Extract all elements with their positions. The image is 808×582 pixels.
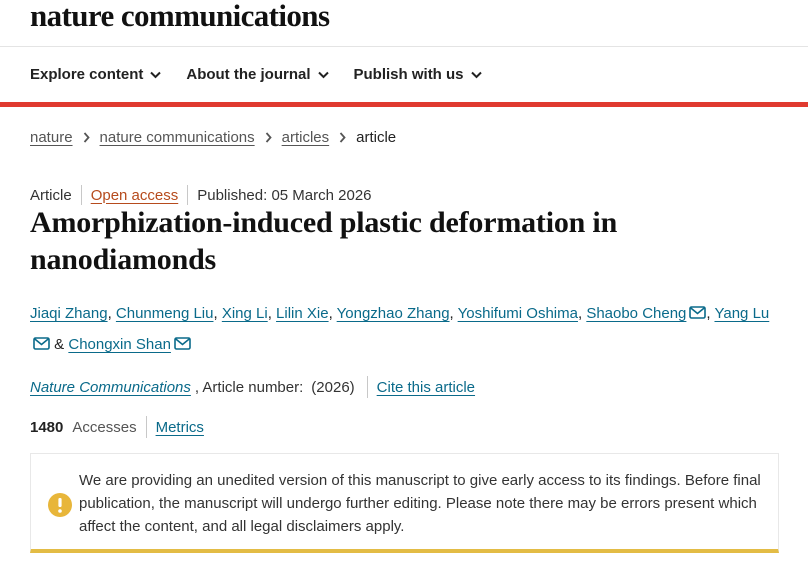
cite-this-article-link[interactable]: Cite this article	[377, 379, 475, 396]
mail-icon[interactable]	[174, 337, 191, 350]
accent-bar	[0, 102, 808, 107]
nav-publish-with-us-label: Publish with us	[353, 66, 464, 83]
chevron-right-icon	[339, 132, 346, 143]
article-title: Amorphization-induced plastic deformatio…	[30, 206, 618, 276]
mail-icon[interactable]	[689, 306, 707, 319]
author-list: Jiaqi Zhang, Chunmeng Liu, Xing Li, Lili…	[30, 298, 780, 360]
accesses-label: Accesses	[72, 418, 137, 436]
author-link[interactable]: Chunmeng Liu	[116, 305, 214, 322]
metrics-line: 1480 Accesses Metrics	[30, 416, 204, 438]
header-divider	[0, 46, 808, 47]
chevron-right-icon	[265, 132, 272, 143]
citation-line: Nature Communications , Article number: …	[30, 376, 475, 398]
author-link[interactable]: Chongxin Shan	[68, 336, 171, 353]
author-link[interactable]: Shaobo Cheng	[586, 305, 686, 322]
nav-explore-content-label: Explore content	[30, 66, 144, 83]
author-link[interactable]: Yoshifumi Oshima	[458, 305, 578, 322]
author-ampersand: &	[54, 336, 65, 353]
nav-about-journal-label: About the journal	[186, 66, 311, 83]
mail-icon[interactable]	[33, 337, 50, 350]
article-type: Article	[30, 186, 72, 204]
nav-explore-content[interactable]: Explore content	[30, 66, 162, 83]
nav-publish-with-us[interactable]: Publish with us	[354, 66, 482, 83]
metrics-divider	[145, 416, 147, 438]
breadcrumb-link-articles[interactable]: articles	[282, 129, 330, 146]
open-access-link[interactable]: Open access	[91, 187, 179, 204]
author-separator: ,	[328, 305, 333, 322]
warning-circle-icon	[48, 493, 72, 517]
author-link[interactable]: Yang Lu	[714, 305, 769, 322]
chevron-down-icon	[150, 71, 162, 78]
author-link[interactable]: Xing Li	[222, 305, 268, 322]
author-separator: ,	[706, 305, 711, 322]
site-logo[interactable]: nature communications	[30, 0, 330, 34]
author-separator: ,	[577, 305, 583, 322]
breadcrumb-link-nature[interactable]: nature	[30, 129, 73, 146]
nav-about-journal[interactable]: About the journal	[186, 66, 329, 83]
author-link[interactable]: Lilin Xie	[276, 305, 329, 322]
author-link[interactable]: Jiaqi Zhang	[30, 305, 108, 322]
article-meta: Article Open access Published: 05 March …	[30, 185, 372, 205]
main-nav: Explore content About the journal Publis…	[30, 66, 507, 83]
journal-link[interactable]: Nature Communications	[30, 379, 191, 396]
meta-divider	[187, 185, 189, 205]
breadcrumb-link-journal[interactable]: nature communications	[100, 129, 255, 146]
accesses-count: 1480	[30, 418, 64, 436]
author-separator: ,	[267, 305, 272, 322]
author-separator: ,	[107, 305, 112, 322]
author-separator: ,	[449, 305, 454, 322]
chevron-right-icon	[83, 132, 90, 143]
chevron-down-icon	[470, 71, 482, 78]
breadcrumb-current: article	[356, 129, 397, 146]
metrics-link[interactable]: Metrics	[156, 419, 204, 436]
citation-divider	[366, 376, 368, 398]
article-number-value: (2026)	[311, 378, 355, 396]
author-link[interactable]: Yongzhao Zhang	[337, 305, 450, 322]
article-number-label: , Article number:	[194, 378, 304, 396]
meta-divider	[80, 185, 82, 205]
breadcrumb: nature nature communications articles ar…	[30, 129, 396, 146]
published-date: Published: 05 March 2026	[197, 186, 372, 204]
early-access-notice: We are providing an unedited version of …	[30, 453, 779, 553]
author-separator: ,	[213, 305, 218, 322]
chevron-down-icon	[317, 71, 329, 78]
notice-text: We are providing an unedited version of …	[79, 472, 761, 535]
